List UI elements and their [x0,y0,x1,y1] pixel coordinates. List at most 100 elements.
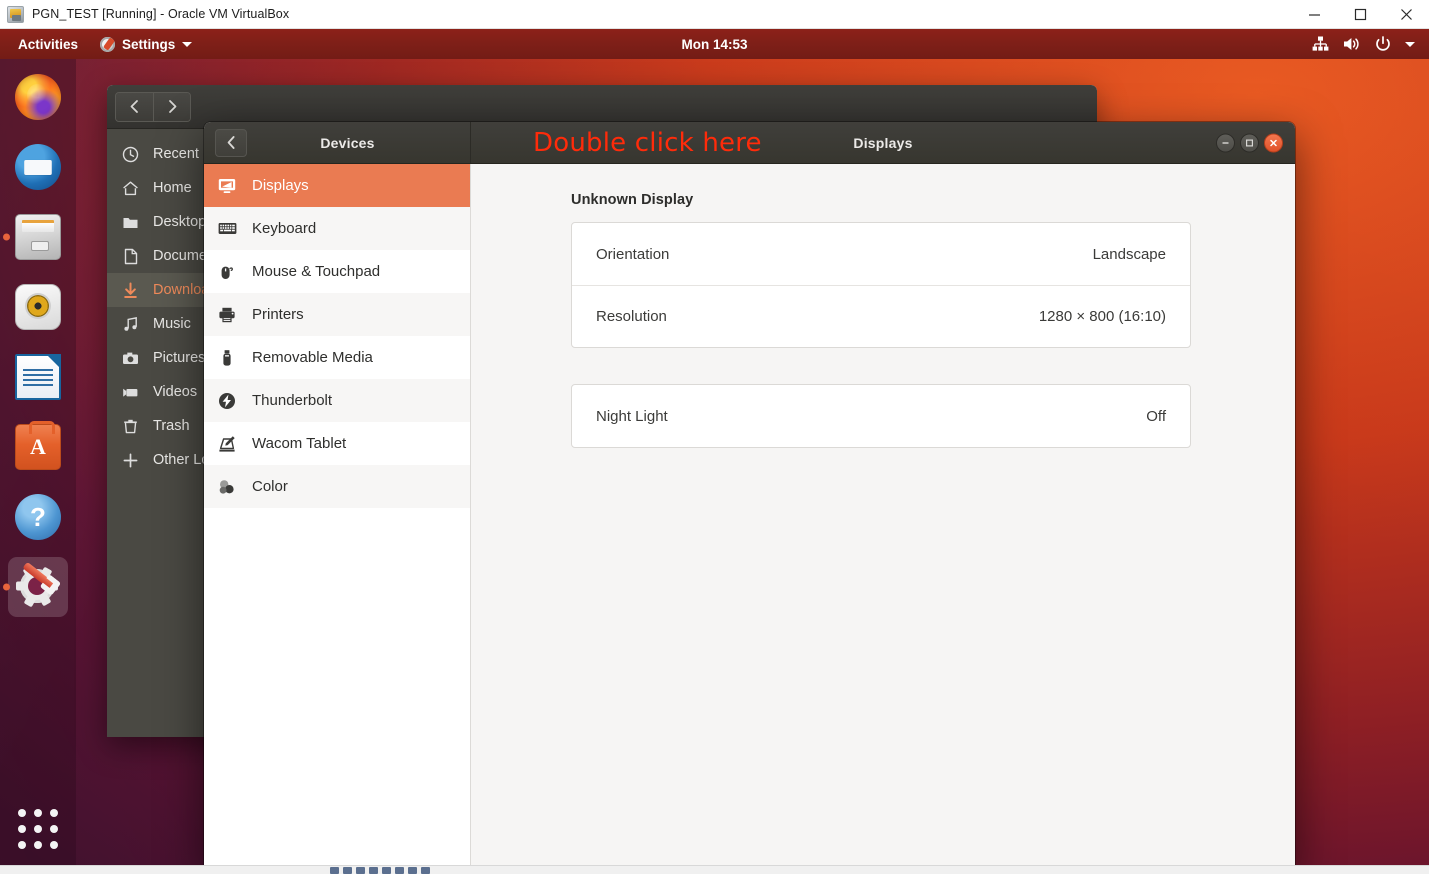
trash-icon [121,418,139,435]
files-place-label: Pictures [153,350,206,366]
row-value: Landscape [1092,245,1166,263]
virtualbox-titlebar: PGN_TEST [Running] - Oracle VM VirtualBo… [0,0,1429,29]
dock-item-rhythmbox[interactable] [8,277,68,337]
files-place-label: Desktop [153,214,207,230]
dock-item-ubuntu-software[interactable] [8,417,68,477]
video-icon [121,384,139,401]
usb-icon [217,349,237,367]
gnome-topbar: Activities Settings Mon 14:53 [0,29,1429,59]
screen-root: PGN_TEST [Running] - Oracle VM VirtualBo… [0,0,1429,874]
host-close-button[interactable] [1383,0,1429,29]
network-icon[interactable] [1312,36,1329,52]
settings-maximize-button[interactable] [1240,133,1259,152]
ubuntu-dock [0,59,76,865]
files-place-label: Home [153,180,192,196]
dock-item-help[interactable] [8,487,68,547]
dock-item-thunderbird[interactable] [8,137,68,197]
settings-sidebar-title: Devices [320,134,375,151]
files-place-label: Music [153,316,191,332]
power-icon[interactable] [1375,36,1391,52]
files-place-label: Videos [153,384,198,400]
help-icon [15,494,61,540]
host-maximize-button[interactable] [1337,0,1383,29]
row-label: Resolution [596,308,667,325]
files-forward-button[interactable] [153,92,190,121]
sidebar-item-label: Color [252,478,288,495]
home-icon [121,180,139,197]
topbar-left-group: Activities Settings [0,35,193,54]
row-value: Off [1146,407,1166,425]
settings-app-icon [100,36,116,52]
sidebar-item-printers[interactable]: Printers [204,293,470,336]
mouse-icon [217,263,237,281]
thunderbird-icon [15,144,61,190]
row-label: Night Light [596,407,668,425]
sidebar-item-label: Keyboard [252,220,317,237]
sidebar-item-label: Mouse & Touchpad [252,263,381,280]
files-place-label: Recent [153,146,199,162]
files-back-button[interactable] [116,92,153,121]
sidebar-item-label: Printers [252,306,304,323]
settings-window[interactable]: Devices Double click here Displays Displ… [204,122,1295,865]
download-icon [121,282,139,299]
plus-icon [121,452,139,469]
sidebar-item-label: Wacom Tablet [252,435,347,452]
camera-icon [121,350,139,367]
ubuntu-desktop: Activities Settings Mon 14:53 Recent Hom… [0,29,1429,865]
dock-item-libreoffice[interactable] [8,347,68,407]
sidebar-item-mouse-touchpad[interactable]: Mouse & Touchpad [204,250,470,293]
dock-item-firefox[interactable] [8,67,68,127]
settings-content-area: Unknown Display Orientation Landscape Re… [471,164,1295,865]
topbar-indicators[interactable] [1312,36,1429,52]
keyboard-icon [217,219,237,238]
topbar-chevron-down-icon[interactable] [1405,41,1415,47]
activities-button[interactable]: Activities [14,35,82,54]
settings-headerbar: Devices Double click here Displays [204,122,1295,164]
sidebar-item-removable-media[interactable]: Removable Media [204,336,470,379]
settings-icon [15,561,61,610]
virtualbox-statusbar [0,865,1429,874]
printer-icon [217,306,237,324]
rhythmbox-icon [15,284,61,330]
running-indicator-dot [3,583,10,591]
volume-icon[interactable] [1343,36,1361,52]
dock-items [3,59,68,617]
row-night-light[interactable]: Night Light Off [572,385,1190,447]
files-place-label: Trash [153,418,190,434]
running-indicator-dot [3,233,10,241]
sidebar-item-keyboard[interactable]: Keyboard [204,207,470,250]
settings-close-button[interactable] [1264,133,1283,152]
libreoffice-icon [15,354,61,400]
music-icon [121,316,139,333]
annotation-double-click-here: Double click here [533,127,762,158]
host-window-controls [1291,0,1429,29]
row-orientation[interactable]: Orientation Landscape [572,223,1190,285]
settings-sidebar: Displays Keyboard Mouse & Touchpad Print… [204,164,471,865]
host-minimize-button[interactable] [1291,0,1337,29]
chevron-down-icon [182,41,193,47]
sidebar-item-color[interactable]: Color [204,465,470,508]
sidebar-item-label: Thunderbolt [252,392,333,409]
ubuntu-software-icon [15,421,61,470]
settings-minimize-button[interactable] [1216,133,1235,152]
color-icon [217,478,237,496]
app-menu-label: Settings [122,36,176,52]
sidebar-item-wacom-tablet[interactable]: Wacom Tablet [204,422,470,465]
sidebar-item-thunderbolt[interactable]: Thunderbolt [204,379,470,422]
app-menu[interactable]: Settings [100,36,193,52]
thunderbolt-icon [217,392,237,410]
virtualbox-window-title: PGN_TEST [Running] - Oracle VM VirtualBo… [32,7,290,21]
sidebar-item-displays[interactable]: Displays [204,164,470,207]
dock-item-files[interactable] [3,207,68,267]
firefox-icon [15,74,61,120]
sidebar-item-label: Displays [252,177,309,194]
show-applications-button[interactable] [14,805,62,853]
settings-back-button[interactable] [215,128,247,157]
row-label: Orientation [596,245,670,263]
clock[interactable]: Mon 14:53 [0,37,1429,52]
dock-item-settings[interactable] [3,557,68,617]
clock-icon [121,146,139,163]
display-properties-card: Orientation Landscape Resolution 1280 × … [571,222,1191,348]
virtualbox-status-icons [0,866,1429,874]
row-resolution[interactable]: Resolution 1280 × 800 (16:10) [572,285,1190,347]
